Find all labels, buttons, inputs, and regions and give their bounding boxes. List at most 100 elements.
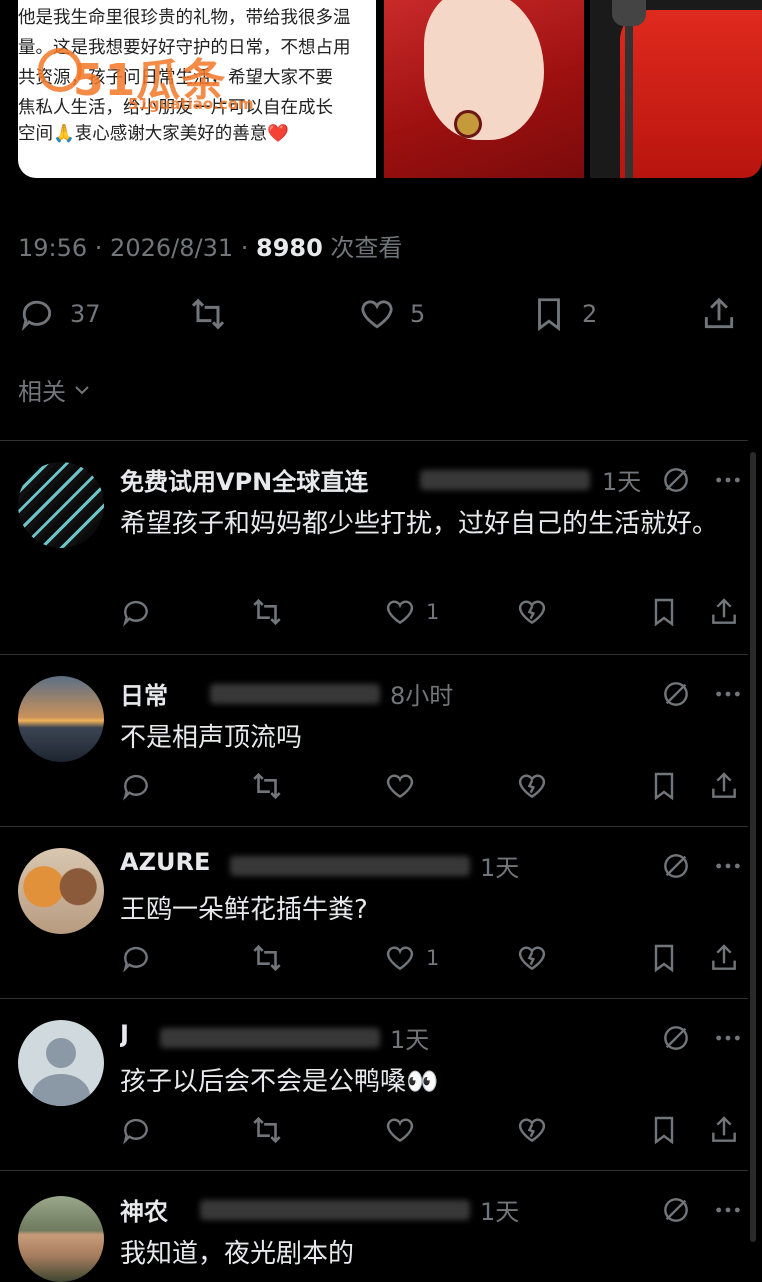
- more-icon[interactable]: [712, 1022, 744, 1054]
- share-button[interactable]: [708, 938, 740, 978]
- default-avatar-body: [32, 1074, 90, 1106]
- reply-author[interactable]: AZURE: [120, 848, 210, 876]
- dislike-button[interactable]: [516, 938, 548, 978]
- reply-actions: 1: [0, 938, 748, 978]
- heart-icon: [361, 300, 393, 329]
- tweet-timestamp: 19:56 · 2026/8/31 ·: [18, 234, 256, 262]
- like-button[interactable]: 1: [384, 592, 439, 632]
- reply-text: 不是相声顶流吗: [120, 723, 303, 753]
- heart-icon: [386, 600, 414, 625]
- view-count-label: 次查看: [322, 234, 403, 262]
- broken-heart-icon: [518, 600, 546, 625]
- heart-icon: [386, 1118, 414, 1143]
- watermark-sub: 51guatiao.com: [128, 95, 254, 113]
- blurred-handle: [230, 856, 470, 876]
- retweet-icon: [191, 298, 225, 330]
- reply-item[interactable]: 日常 8小时 不是相声顶流吗: [0, 676, 748, 826]
- share-button[interactable]: [708, 766, 740, 806]
- hand-shape: [424, 0, 544, 140]
- like-count: 5: [410, 300, 426, 328]
- reply-button[interactable]: 37: [18, 288, 101, 340]
- dislike-button[interactable]: [516, 592, 548, 632]
- grok-icon[interactable]: [660, 850, 692, 882]
- reply-item[interactable]: 神农 1天 我知道，夜光剧本的: [0, 1192, 748, 1282]
- reply-author[interactable]: 日常: [120, 682, 168, 710]
- grok-icon[interactable]: [660, 678, 692, 710]
- reply-button[interactable]: [120, 592, 152, 632]
- more-icon[interactable]: [712, 678, 744, 710]
- retweet-button[interactable]: [250, 766, 284, 806]
- reply-time: 1天: [602, 468, 642, 496]
- avatar[interactable]: [18, 676, 104, 762]
- reply-header: 免费试用VPN全球直连 1天: [120, 462, 680, 496]
- reply-item[interactable]: J 1天 孩子以后会不会是公鸭嗓👀: [0, 1020, 748, 1170]
- divider: [0, 654, 748, 655]
- like-count: 1: [426, 600, 440, 624]
- reply-button[interactable]: [120, 938, 152, 978]
- related-dropdown[interactable]: 相关: [18, 372, 94, 407]
- share-icon: [712, 944, 736, 970]
- retweet-button[interactable]: [250, 592, 284, 632]
- broken-heart-icon: [518, 1118, 546, 1143]
- reply-time: 1天: [390, 1026, 430, 1054]
- bookmark-button[interactable]: [648, 766, 680, 806]
- retweet-button[interactable]: [250, 938, 284, 978]
- reply-author[interactable]: 神农: [120, 1198, 168, 1226]
- divider: [0, 1170, 748, 1171]
- bookmark-count: 2: [582, 300, 598, 328]
- like-button[interactable]: 5: [358, 288, 425, 340]
- like-button[interactable]: [384, 1110, 416, 1150]
- grok-icon[interactable]: [660, 1194, 692, 1226]
- retweet-button[interactable]: [188, 288, 228, 340]
- default-avatar-head: [46, 1038, 76, 1068]
- blurred-handle: [420, 470, 590, 490]
- reply-item[interactable]: 免费试用VPN全球直连 1天 希望孩子和妈妈都少些打扰，过好自己的生活就好。 1: [0, 462, 748, 652]
- retweet-button[interactable]: [250, 1110, 284, 1150]
- share-button[interactable]: [700, 288, 738, 340]
- dislike-button[interactable]: [516, 1110, 548, 1150]
- more-icon[interactable]: [712, 850, 744, 882]
- like-button[interactable]: [384, 766, 416, 806]
- avatar[interactable]: [18, 462, 104, 548]
- blurred-handle: [210, 684, 380, 704]
- bookmark-button[interactable]: 2: [530, 288, 597, 340]
- broken-heart-icon: [518, 946, 546, 971]
- dislike-button[interactable]: [516, 766, 548, 806]
- like-button[interactable]: 1: [384, 938, 439, 978]
- tweet-meta: 19:56 · 2026/8/31 · 8980 次查看: [18, 228, 402, 263]
- reply-author[interactable]: J: [120, 1020, 129, 1048]
- share-button[interactable]: [708, 1110, 740, 1150]
- avatar[interactable]: [18, 1196, 104, 1282]
- media-image-performer[interactable]: [590, 0, 762, 178]
- more-icon[interactable]: [712, 464, 744, 496]
- more-icon[interactable]: [712, 1194, 744, 1226]
- reply-time: 8小时: [390, 682, 454, 710]
- avatar[interactable]: [18, 848, 104, 934]
- media-image-hand[interactable]: [384, 0, 584, 178]
- bookmark-button[interactable]: [648, 938, 680, 978]
- reply-icon: [21, 300, 52, 332]
- reply-item[interactable]: AZURE 1天 王鸥一朵鲜花插牛粪? 1: [0, 848, 748, 998]
- reply-button[interactable]: [120, 766, 152, 806]
- retweet-icon: [253, 1116, 281, 1144]
- share-icon: [712, 598, 736, 624]
- reply-author[interactable]: 免费试用VPN全球直连: [120, 468, 368, 496]
- tweet-media[interactable]: 他是我生命里很珍贵的礼物，带给我很多温 量。这是我想要好好守护的日常，不想占用 …: [18, 0, 762, 178]
- media-image-text[interactable]: 他是我生命里很珍贵的礼物，带给我很多温 量。这是我想要好好守护的日常，不想占用 …: [18, 0, 376, 178]
- grok-icon[interactable]: [660, 464, 692, 496]
- media-text-line: 空间🙏衷心感谢大家美好的善意❤️: [18, 124, 290, 144]
- reply-button[interactable]: [120, 1110, 152, 1150]
- bookmark-button[interactable]: [648, 592, 680, 632]
- divider: [0, 440, 748, 441]
- divider: [0, 826, 748, 827]
- chevron-down-icon: [75, 385, 89, 394]
- share-button[interactable]: [708, 592, 740, 632]
- scrollbar[interactable]: [750, 452, 756, 1242]
- reply-actions: [0, 766, 748, 806]
- reply-header: 日常 8小时: [120, 676, 680, 710]
- grok-icon[interactable]: [660, 1022, 692, 1054]
- reply-count: 37: [70, 300, 101, 328]
- avatar[interactable]: [18, 1020, 104, 1106]
- reply-header: 神农 1天: [120, 1192, 680, 1226]
- bookmark-button[interactable]: [648, 1110, 680, 1150]
